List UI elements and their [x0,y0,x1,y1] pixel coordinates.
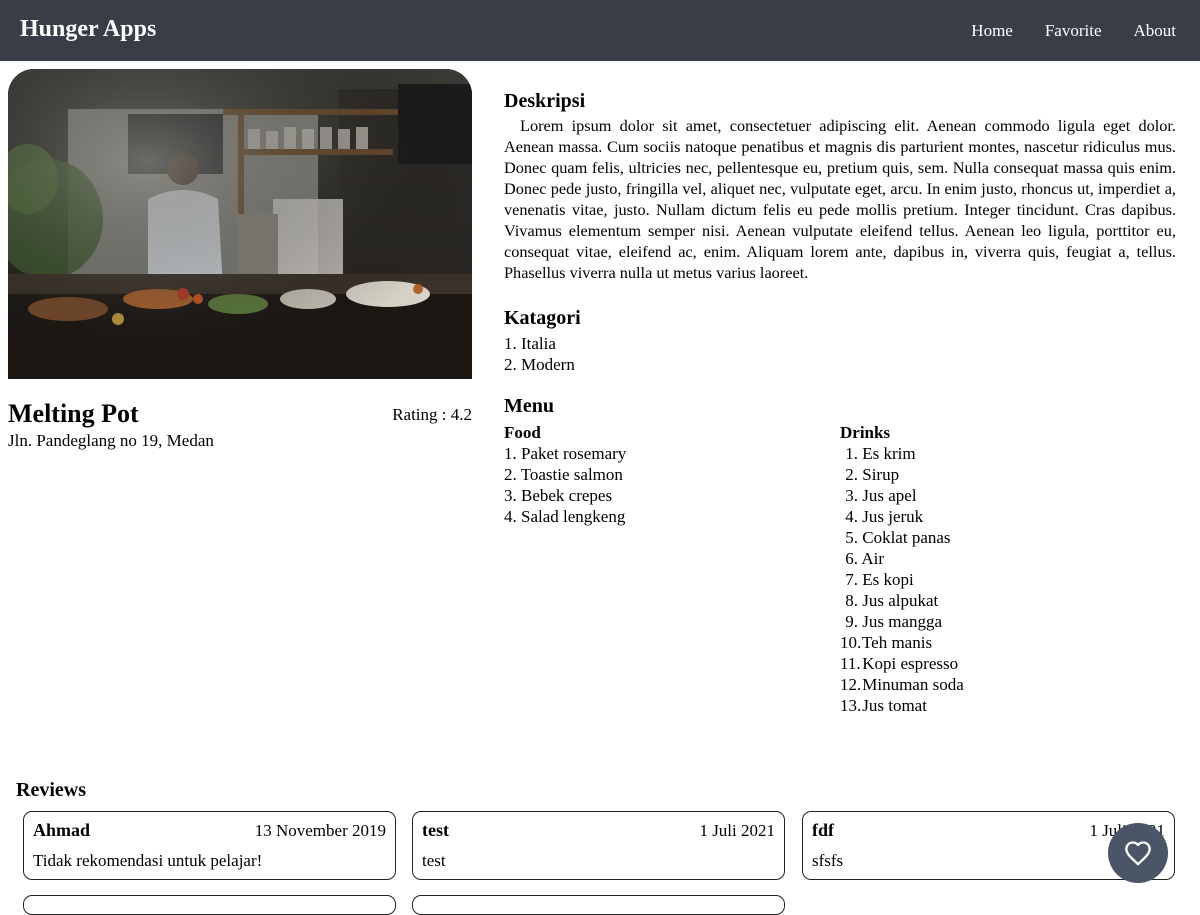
review-card [23,895,396,915]
drink-number: 3. [845,486,858,505]
drink-item: 1. Es krim [840,443,964,464]
review-date: 1 Juli 2021 [699,821,775,840]
drink-number: 13. [840,696,862,715]
drink-number: 11. [840,654,861,673]
drink-number: 5. [845,528,858,547]
reviews-heading: Reviews [16,779,86,801]
drink-name: Jus apel [862,486,917,505]
menu-heading: Menu [504,395,554,417]
restaurant-address: Jln. Pandeglang no 19, Medan [8,431,214,450]
favorite-button[interactable] [1108,823,1168,883]
drink-item: 10. Teh manis [840,632,964,653]
category-list: 1. Italia 2. Modern [504,333,1176,375]
drink-name: Coklat panas [862,528,951,547]
restaurant-image [8,69,472,379]
description-text: Lorem ipsum dolor sit amet, consectetuer… [504,116,1176,282]
drink-number: 9. [845,612,858,631]
drink-name: Es krim [862,444,916,463]
restaurant-rating: Rating : 4.2 [392,405,472,424]
drink-number: 8. [845,591,858,610]
nav-home[interactable]: Home [971,21,1013,41]
restaurant-name: Melting Pot [8,399,139,428]
drink-item: 4. Jus jeruk [840,506,964,527]
drink-item: 9. Jus mangga [840,611,964,632]
review-name: fdf [812,820,834,840]
review-name: test [422,820,449,840]
nav-about[interactable]: About [1134,21,1177,41]
food-item: 2. Toastie salmon [504,465,623,484]
review-text: Tidak rekomendasi untuk pelajar! [33,851,263,870]
drink-name: Jus alpukat [862,591,939,610]
review-date: 13 November 2019 [254,821,386,840]
category-heading: Katagori [504,307,581,329]
drink-item: 8. Jus alpukat [840,590,964,611]
description-heading: Deskripsi [504,90,586,112]
drink-name: Jus mangga [862,612,943,631]
food-heading: Food [504,423,541,442]
drink-number: 1. [845,444,858,463]
category-item: 2. Modern [504,355,575,374]
drink-number: 7. [845,570,858,589]
drink-name: Jus tomat [862,696,927,715]
drink-item: 6. Air [840,548,964,569]
review-text: sfsfs [812,851,844,870]
drink-name: Kopi espresso [862,654,959,673]
drink-item: 12. Minuman soda [840,674,964,695]
drink-item: 3. Jus apel [840,485,964,506]
drink-number: 12. [840,675,862,694]
food-column: Food 1. Paket rosemary 2. Toastie salmon… [504,422,626,527]
drink-item: 11. Kopi espresso [840,653,964,674]
review-card: test 1 Juli 2021 test [412,811,785,880]
food-item: 3. Bebek crepes [504,486,613,505]
category-item: 1. Italia [504,334,556,353]
drink-item: 7. Es kopi [840,569,964,590]
drink-number: 10. [840,633,862,652]
app-header: Hunger Apps Home Favorite About [0,0,1200,61]
drinks-heading: Drinks [840,423,891,442]
drink-number: 2. [845,465,858,484]
drink-item: 5. Coklat panas [840,527,964,548]
category-section: Katagori 1. Italia 2. Modern [504,306,1176,375]
app-title[interactable]: Hunger Apps [20,16,156,43]
review-text: test [422,851,446,870]
food-list: 1. Paket rosemary 2. Toastie salmon 3. B… [504,443,626,527]
drinks-column: Drinks 1. Es krim 2. Sirup 3. Jus apel 4. J… [840,422,964,716]
drink-name: Jus jeruk [862,507,924,526]
drink-number: 4. [845,507,858,526]
restaurant-details: Deskripsi Lorem ipsum dolor sit amet, co… [504,89,1176,718]
review-card [412,895,785,915]
nav-favorite[interactable]: Favorite [1045,21,1102,41]
drink-name: Air [861,549,884,568]
review-card: Ahmad 13 November 2019 Tidak rekomendasi… [23,811,396,880]
drink-item: 13. Jus tomat [840,695,964,716]
drink-name: Es kopi [862,570,914,589]
food-item: 1. Paket rosemary [504,444,627,463]
drinks-list: 1. Es krim 2. Sirup 3. Jus apel 4. Jus jeru… [840,443,964,716]
review-name: Ahmad [33,820,91,840]
drink-name: Sirup [862,465,900,484]
heart-outline-icon [1125,841,1151,866]
food-item: 4. Salad lengkeng [504,507,626,526]
drink-number: 6. [845,549,858,568]
drink-name: Minuman soda [862,675,964,694]
main-nav: Home Favorite About [971,0,1200,61]
menu-section: Menu Food 1. Paket rosemary 2. Toastie s… [504,394,1176,718]
drink-item: 2. Sirup [840,464,964,485]
drink-name: Teh manis [861,633,933,652]
